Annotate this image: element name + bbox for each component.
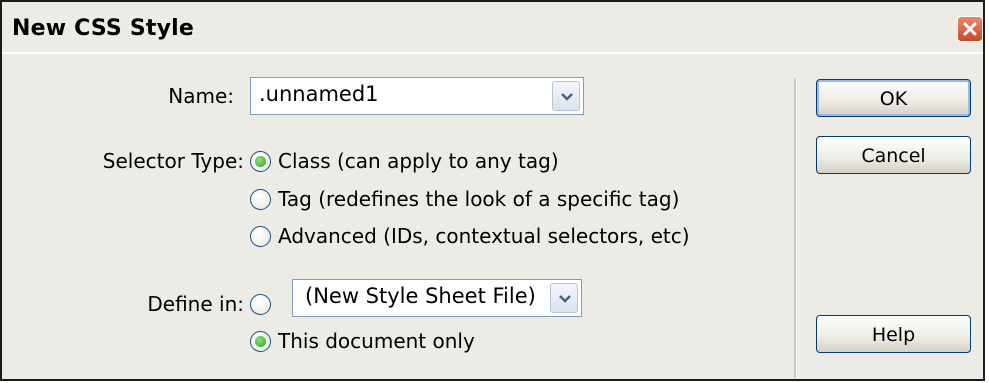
- help-button[interactable]: Help: [816, 315, 971, 353]
- dialog-window: New CSS Style Name: .unnamed1 Selector T…: [0, 0, 985, 381]
- option-tag-label[interactable]: Tag (redefines the look of a specific ta…: [278, 187, 679, 211]
- radio-this-document[interactable]: [250, 331, 271, 352]
- chevron-down-icon: [561, 93, 573, 101]
- name-label: Name:: [168, 84, 234, 108]
- vertical-divider: [794, 78, 797, 378]
- name-combo[interactable]: .unnamed1: [250, 77, 584, 115]
- define-in-label: Define in:: [147, 292, 244, 316]
- option-advanced-label[interactable]: Advanced (IDs, contextual selectors, etc…: [278, 224, 690, 248]
- chevron-down-icon: [559, 295, 571, 303]
- stylesheet-select-value: (New Style Sheet File): [305, 284, 536, 308]
- radio-tag[interactable]: [250, 189, 271, 210]
- ok-button[interactable]: OK: [816, 79, 971, 117]
- radio-new-file[interactable]: [250, 294, 271, 315]
- stylesheet-select[interactable]: (New Style Sheet File): [292, 279, 582, 317]
- radio-advanced[interactable]: [250, 226, 271, 247]
- title-bar[interactable]: New CSS Style: [2, 2, 983, 54]
- cancel-button[interactable]: Cancel: [816, 136, 971, 174]
- radio-class[interactable]: [250, 151, 271, 172]
- close-icon: [963, 22, 977, 36]
- selector-type-label: Selector Type:: [102, 149, 244, 173]
- option-class-label[interactable]: Class (can apply to any tag): [278, 149, 559, 173]
- name-dropdown-button[interactable]: [552, 81, 580, 111]
- dialog-title: New CSS Style: [12, 16, 194, 41]
- stylesheet-dropdown-button[interactable]: [550, 283, 578, 313]
- this-document-label[interactable]: This document only: [278, 329, 475, 353]
- dialog-body: Name: .unnamed1 Selector Type: Class (ca…: [2, 54, 983, 379]
- name-input[interactable]: .unnamed1: [259, 82, 379, 106]
- close-button[interactable]: [957, 16, 983, 42]
